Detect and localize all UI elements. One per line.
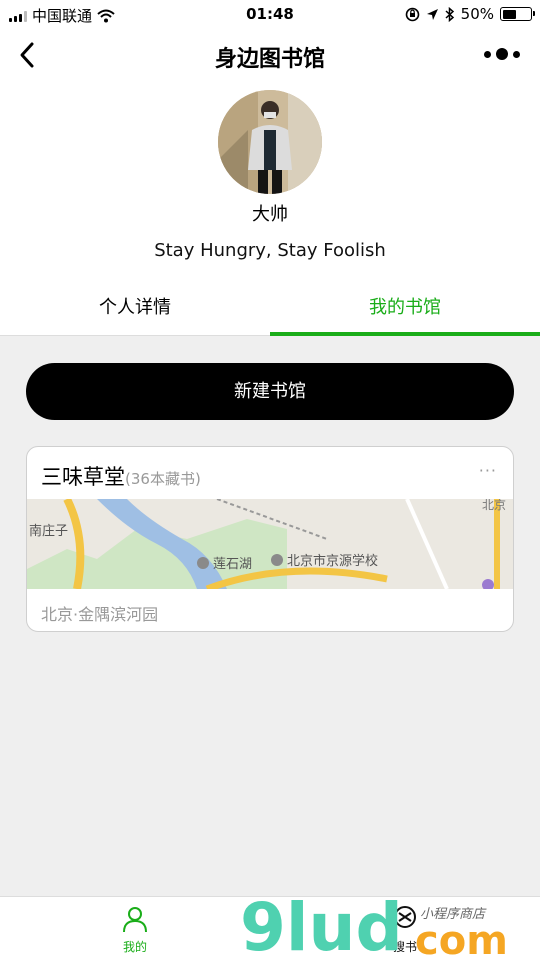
map-label-nanzhuangzi: 南庄子 [29, 523, 68, 539]
watermark-logo: 9lud com 小程序商店 [240, 889, 508, 960]
profile-tabs: 个人详情 我的书馆 [0, 278, 540, 336]
user-name: 大帅 [252, 204, 288, 225]
battery-fill [502, 9, 516, 19]
status-bar: 中国联通 01:48 50% [0, 0, 540, 28]
profile-header: 大帅 Stay Hungry, Stay Foolish [0, 82, 540, 278]
avatar[interactable] [218, 90, 322, 194]
tabbar-mine[interactable]: 我的 [95, 905, 175, 955]
library-address: 北京·金隅滨河园 [41, 605, 159, 624]
status-right: 50% [405, 5, 535, 23]
watermark-suffix: com [415, 918, 508, 960]
map-label-school: 北京市京源学校 [287, 553, 378, 569]
battery-icon [500, 7, 535, 21]
new-library-button[interactable]: 新建书馆 [26, 363, 514, 420]
tabbar-mine-label: 我的 [122, 940, 147, 954]
nav-bar: 身边图书馆 [0, 28, 540, 82]
page-title: 身边图书馆 [214, 47, 325, 72]
map-label-beijing: 北京 [482, 499, 506, 512]
map-label-lianshihu: 莲石湖 [213, 557, 252, 572]
watermark-tagline: 小程序商店 [420, 907, 487, 922]
library-title: 三味草堂(36本藏书) [41, 461, 201, 491]
user-motto: Stay Hungry, Stay Foolish [154, 240, 386, 261]
library-name: 三味草堂 [41, 465, 125, 489]
orientation-lock-icon [405, 7, 419, 21]
location-icon [426, 8, 438, 20]
library-book-count: (36本藏书) [125, 470, 201, 488]
tab-personal-details[interactable]: 个人详情 [0, 278, 270, 335]
library-more-icon[interactable]: ··· [479, 461, 497, 480]
library-map[interactable]: 南庄子 莲石湖 北京市京源学校 北京 [27, 499, 514, 589]
avatar-photo [218, 90, 322, 194]
bluetooth-icon [445, 6, 454, 22]
more-menu-icon[interactable] [484, 48, 520, 60]
library-card[interactable]: 三味草堂(36本藏书) ··· 南庄子 莲石湖 北京市京源学校 北京 北京·金隅… [26, 446, 514, 632]
battery-percent: 50% [460, 5, 494, 23]
watermark-brand: 9lud [240, 889, 403, 960]
tab-my-libraries[interactable]: 我的书馆 [270, 278, 540, 336]
user-icon [123, 907, 147, 933]
